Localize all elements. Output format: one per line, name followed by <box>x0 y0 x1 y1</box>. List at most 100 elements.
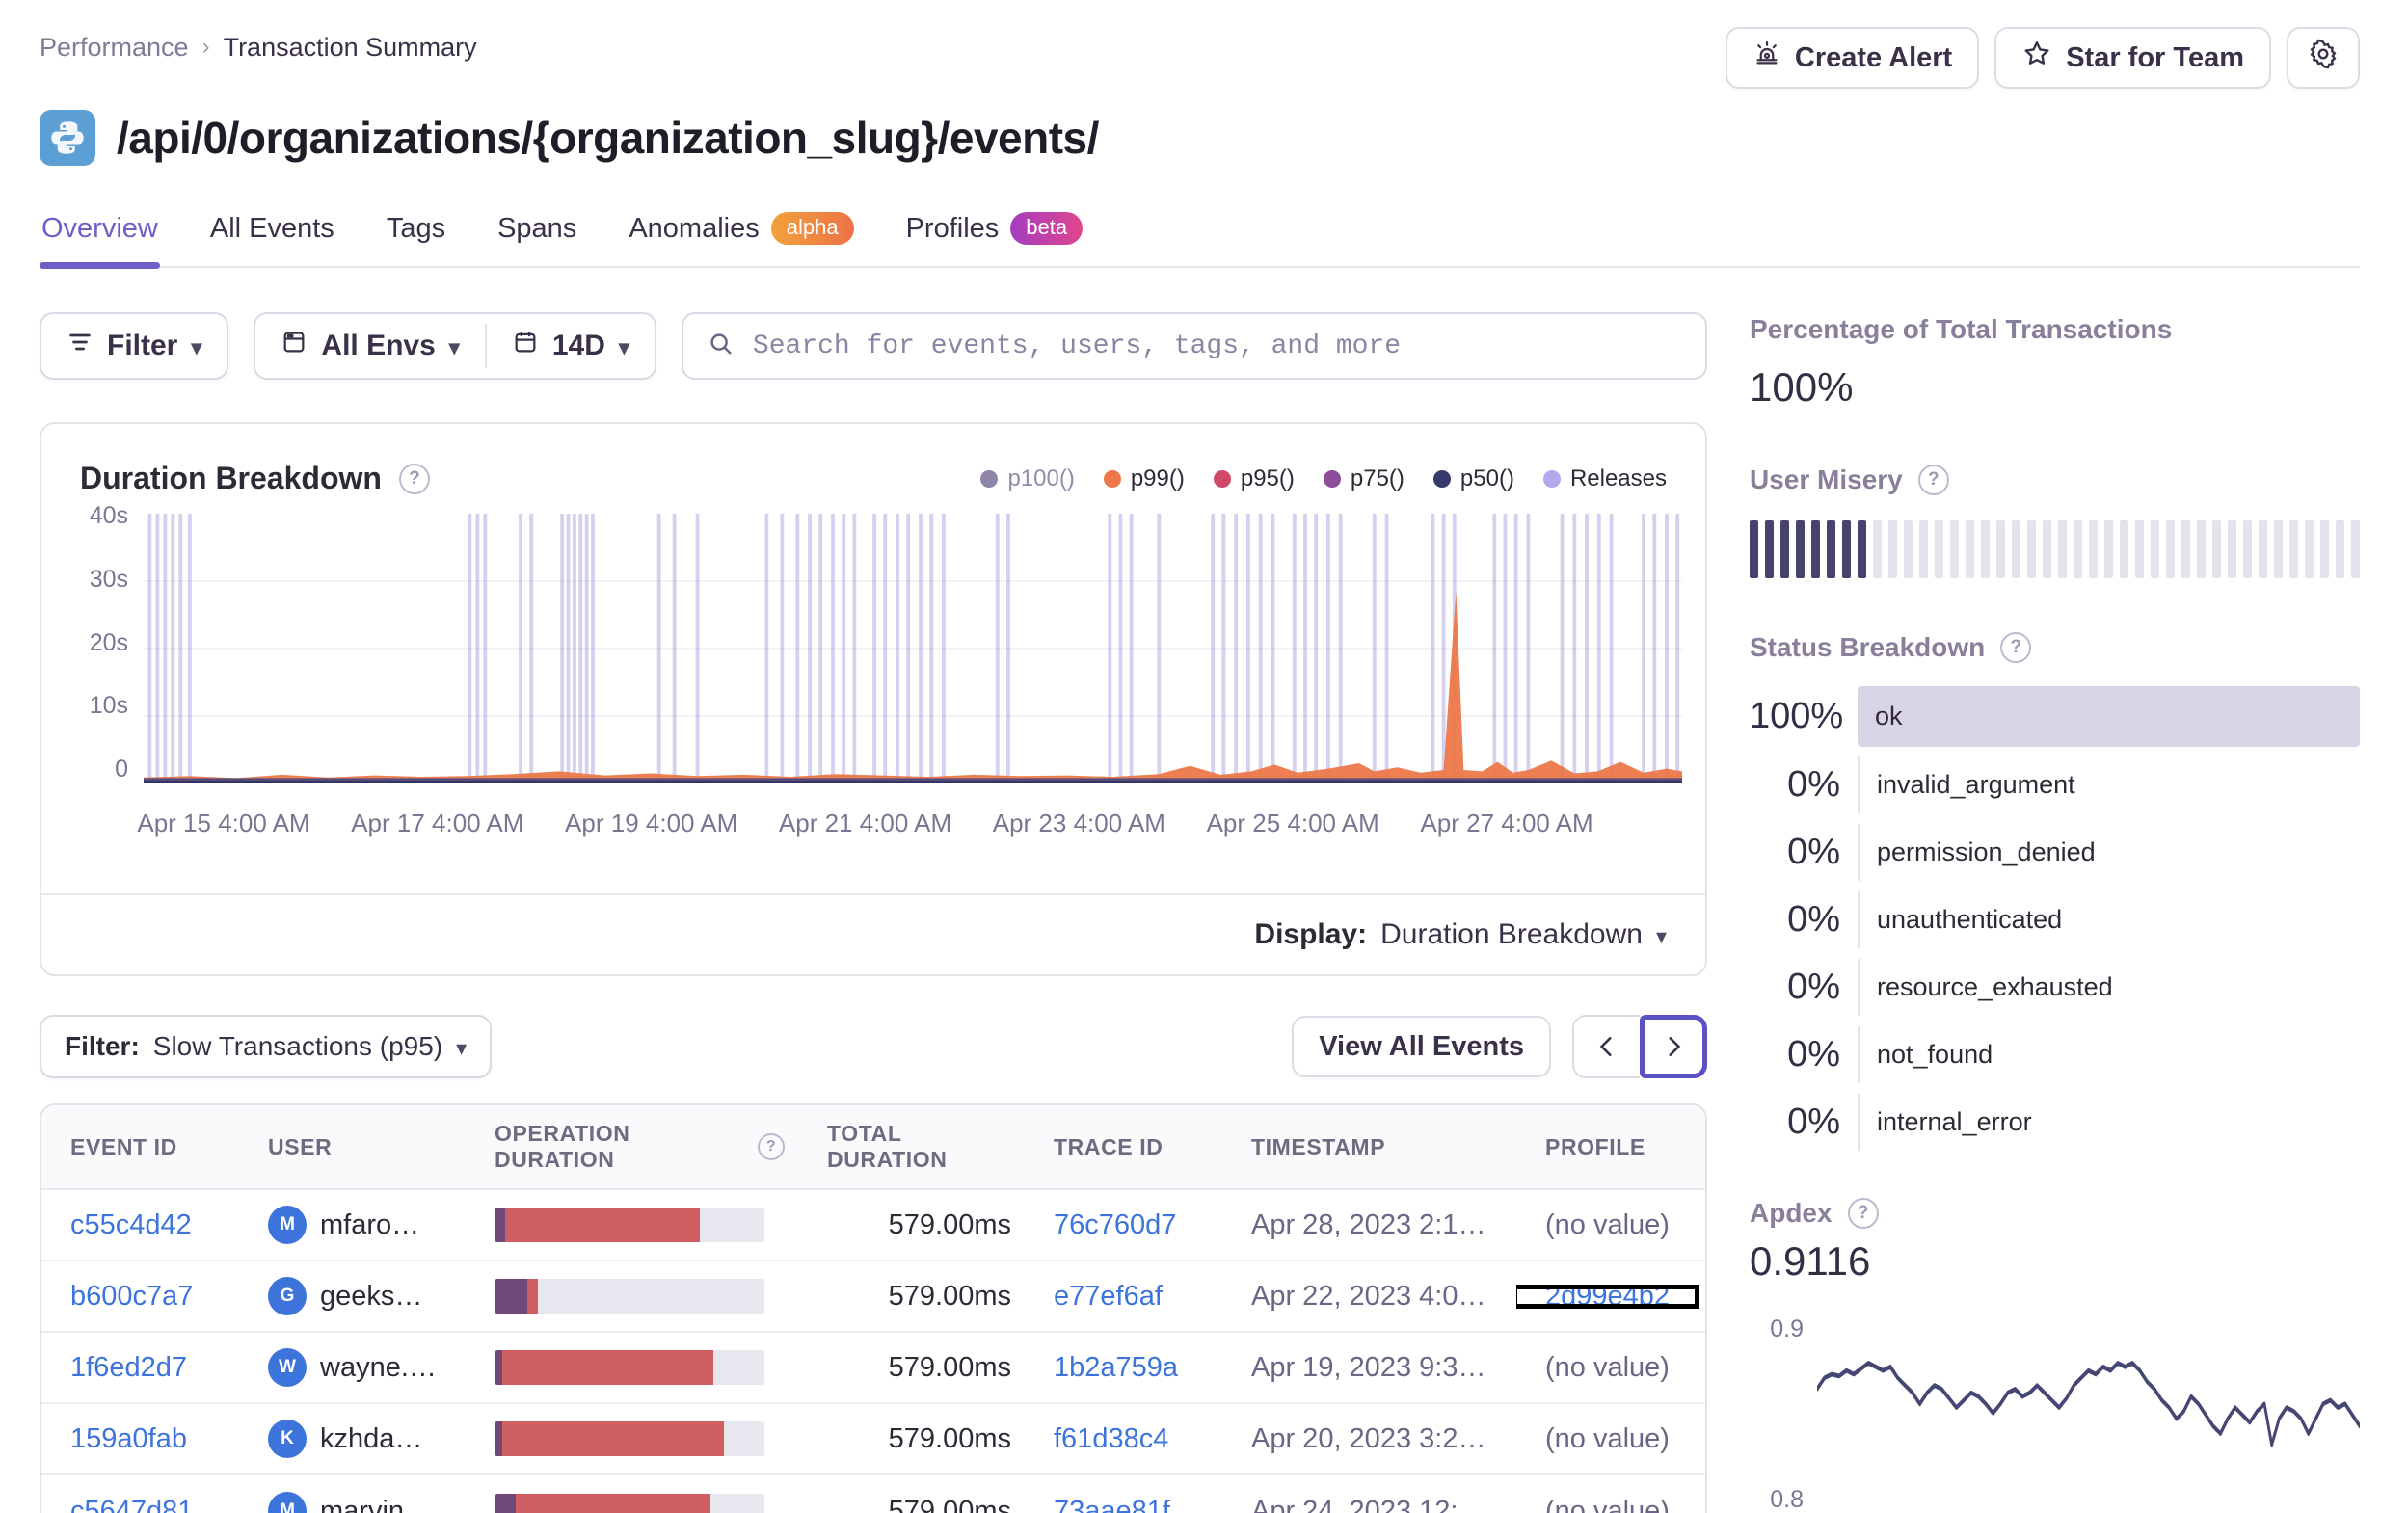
column-header-operation-duration[interactable]: OPERATION DURATION? <box>466 1121 798 1173</box>
filter-dropdown[interactable]: Filter ▾ <box>40 312 229 380</box>
help-icon[interactable]: ? <box>398 463 430 494</box>
duration-chart-plot[interactable] <box>144 514 1682 783</box>
x-tick-label: Apr 19 4:00 AM <box>565 809 738 837</box>
settings-button[interactable] <box>2287 27 2360 89</box>
operation-duration-bar <box>495 1421 764 1456</box>
status-row-resource_exhausted: 0% resource_exhausted <box>1750 957 2360 1017</box>
profile-value[interactable]: 2d99e4b2 <box>1545 1281 1670 1313</box>
column-header-total-duration[interactable]: TOTAL DURATION <box>798 1121 1025 1173</box>
misery-tick <box>2212 520 2221 578</box>
y-tick-label: 0 <box>115 756 128 783</box>
breadcrumb-performance[interactable]: Performance <box>40 33 189 63</box>
event-id-link[interactable]: c5647d81 <box>70 1496 193 1513</box>
help-icon[interactable]: ? <box>1917 465 1949 495</box>
status-percentage: 0% <box>1787 1033 1840 1075</box>
user-misery-heading: User Misery ? <box>1750 465 2360 495</box>
status-label: invalid_argument <box>1858 756 2360 813</box>
transaction-summary-page: Performance › Transaction Summary Create… <box>0 0 2408 1513</box>
column-header-timestamp[interactable]: TIMESTAMP <box>1222 1134 1516 1160</box>
column-header-event-id[interactable]: EVENT ID <box>41 1134 239 1160</box>
title-row: /api/0/organizations/{organization_slug}… <box>40 110 2360 166</box>
legend-item-Releases[interactable]: Releases <box>1542 465 1667 492</box>
timestamp-cell: Apr 20, 2023 3:2… <box>1251 1422 1486 1454</box>
apdex-sparkline[interactable] <box>1815 1302 2362 1513</box>
y-tick-label: 40s <box>89 502 128 529</box>
status-bar-ok: ok <box>1858 686 2360 747</box>
legend-item-p100[interactable]: p100() <box>980 465 1075 492</box>
tab-tags[interactable]: Tags <box>385 202 447 266</box>
user-cell: Ggeeks… <box>239 1277 466 1315</box>
trace-id-cell: 1b2a759a <box>1025 1352 1222 1384</box>
op-span-red <box>526 1279 538 1314</box>
legend-item-p99[interactable]: p99() <box>1103 465 1185 492</box>
column-header-label: TIMESTAMP <box>1251 1133 1386 1159</box>
legend-label: p50() <box>1459 465 1514 491</box>
transactions-filter-dropdown[interactable]: Filter: Slow Transactions (p95) ▾ <box>40 1015 493 1078</box>
search-box <box>681 312 1707 380</box>
column-header-trace-id[interactable]: TRACE ID <box>1025 1134 1222 1160</box>
profile-value: (no value) <box>1545 1422 1670 1454</box>
search-input[interactable] <box>752 331 1682 361</box>
user-cell: Mmfaro… <box>239 1206 466 1244</box>
user-name: geeks… <box>320 1280 423 1312</box>
misery-tick <box>2043 520 2051 578</box>
create-alert-label: Create Alert <box>1794 41 1953 73</box>
chart-title: Duration Breakdown <box>80 461 382 495</box>
tab-overview[interactable]: Overview <box>40 202 160 269</box>
chevron-down-icon[interactable]: ▾ <box>1656 924 1667 949</box>
misery-tick <box>1873 520 1882 578</box>
event-id-cell: 1f6ed2d7 <box>41 1352 239 1384</box>
previous-page-button[interactable] <box>1572 1015 1640 1078</box>
date-range-dropdown[interactable]: 14D ▾ <box>486 314 655 378</box>
trace-id-link[interactable]: f61d38c4 <box>1054 1423 1168 1455</box>
status-label: not_found <box>1858 1025 2360 1083</box>
misery-tick <box>2228 520 2236 578</box>
trace-id-link[interactable]: 76c760d7 <box>1054 1209 1176 1241</box>
breadcrumb: Performance › Transaction Summary <box>40 27 477 63</box>
help-icon[interactable]: ? <box>1847 1198 1879 1229</box>
avatar: M <box>268 1206 307 1244</box>
apdex-axis-labels: 0.9 0.8 <box>1770 1315 1804 1513</box>
legend-item-p95[interactable]: p95() <box>1213 465 1295 492</box>
user-cell: Wwayne.… <box>239 1348 466 1387</box>
display-dropdown[interactable]: Duration Breakdown <box>1380 918 1643 951</box>
help-icon[interactable]: ? <box>758 1133 785 1160</box>
next-page-button[interactable] <box>1640 1015 1707 1078</box>
tab-profiles[interactable]: Profiles beta <box>904 202 1085 266</box>
timestamp-cell: Apr 24, 2023 12:… <box>1251 1495 1486 1513</box>
help-icon[interactable]: ? <box>2000 632 2032 663</box>
column-header-profile[interactable]: PROFILE <box>1516 1134 1705 1160</box>
page-title: /api/0/organizations/{organization_slug}… <box>117 113 1099 163</box>
view-all-events-button[interactable]: View All Events <box>1292 1016 1551 1077</box>
tab-anomalies[interactable]: Anomalies alpha <box>627 202 855 266</box>
status-breakdown-heading: Status Breakdown ? <box>1750 632 2360 663</box>
misery-tick <box>2151 520 2159 578</box>
legend-dot <box>1213 469 1231 488</box>
tab-all-events[interactable]: All Events <box>208 202 336 266</box>
environment-label: All Envs <box>321 330 436 361</box>
environment-dropdown[interactable]: All Envs ▾ <box>255 314 485 378</box>
event-id-link[interactable]: 159a0fab <box>70 1423 187 1455</box>
misery-tick <box>2012 520 2020 578</box>
op-span-red <box>505 1208 700 1242</box>
event-id-link[interactable]: c55c4d42 <box>70 1209 192 1241</box>
star-for-team-button[interactable]: Star for Team <box>1994 27 2271 89</box>
trace-id-link[interactable]: 1b2a759a <box>1054 1352 1178 1384</box>
legend-label: p99() <box>1130 465 1185 491</box>
create-alert-button[interactable]: Create Alert <box>1725 27 1980 89</box>
misery-tick <box>2120 520 2128 578</box>
operation-duration-cell <box>466 1279 798 1314</box>
column-header-user[interactable]: USER <box>239 1134 466 1160</box>
legend-item-p75[interactable]: p75() <box>1323 465 1405 492</box>
trace-id-link[interactable]: e77ef6af <box>1054 1281 1163 1313</box>
event-id-link[interactable]: 1f6ed2d7 <box>70 1352 187 1384</box>
tab-label: All Events <box>209 212 334 244</box>
legend-item-p50[interactable]: p50() <box>1432 465 1514 492</box>
status-row-permission_denied: 0% permission_denied <box>1750 822 2360 882</box>
tab-spans[interactable]: Spans <box>495 202 578 266</box>
x-tick-label: Apr 27 4:00 AM <box>1420 809 1593 837</box>
trace-id-link[interactable]: 73aae81f <box>1054 1496 1170 1513</box>
filter-label: Filter <box>107 330 178 361</box>
chevron-down-icon: ▾ <box>448 335 460 359</box>
event-id-link[interactable]: b600c7a7 <box>70 1281 193 1313</box>
